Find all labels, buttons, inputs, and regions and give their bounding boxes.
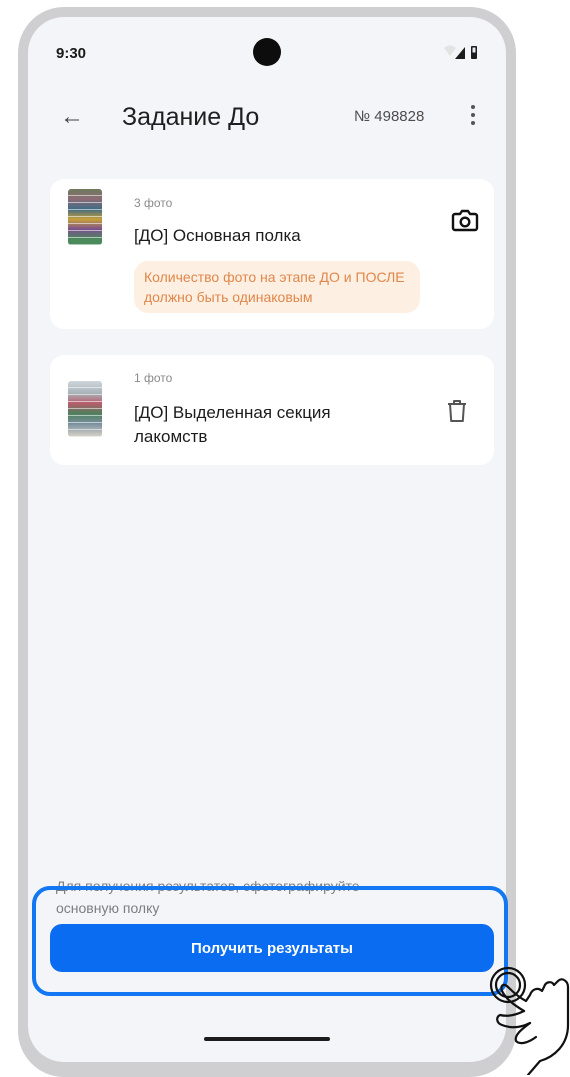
task-title: [ДО] Основная полка	[134, 226, 301, 245]
app-bar: ← Задание До № 498828	[28, 95, 506, 143]
page-title: Задание До	[122, 103, 260, 131]
task-card-main-shelf[interactable]: 3 фото [ДО] Основная полка Количество фо…	[50, 179, 494, 329]
back-arrow-icon[interactable]: ←	[60, 103, 84, 131]
more-menu-icon[interactable]	[470, 105, 476, 127]
status-bar: 9:30	[28, 17, 506, 87]
status-time: 9:30	[56, 45, 87, 62]
photo-count: 3 фото	[134, 196, 173, 210]
front-camera	[253, 38, 281, 66]
photo-thumbnail[interactable]	[68, 189, 102, 245]
home-indicator	[204, 1037, 330, 1041]
warning-badge: Количество фото на этапе ДО и ПОСЛЕ долж…	[134, 261, 420, 313]
camera-icon[interactable]	[450, 205, 480, 235]
signal-battery-icon	[444, 45, 477, 59]
task-title: [ДО] Выделенная секция лакомств	[134, 403, 331, 446]
task-card-treats-section[interactable]: 1 фото [ДО] Выделенная секция лакомств	[50, 355, 494, 465]
pointing-hand-icon	[489, 966, 570, 1075]
tutorial-highlight-frame	[32, 886, 508, 996]
task-number: № 498828	[354, 108, 425, 125]
photo-thumbnail[interactable]	[68, 381, 102, 437]
photo-count: 1 фото	[134, 371, 173, 385]
trash-icon[interactable]	[446, 399, 468, 423]
